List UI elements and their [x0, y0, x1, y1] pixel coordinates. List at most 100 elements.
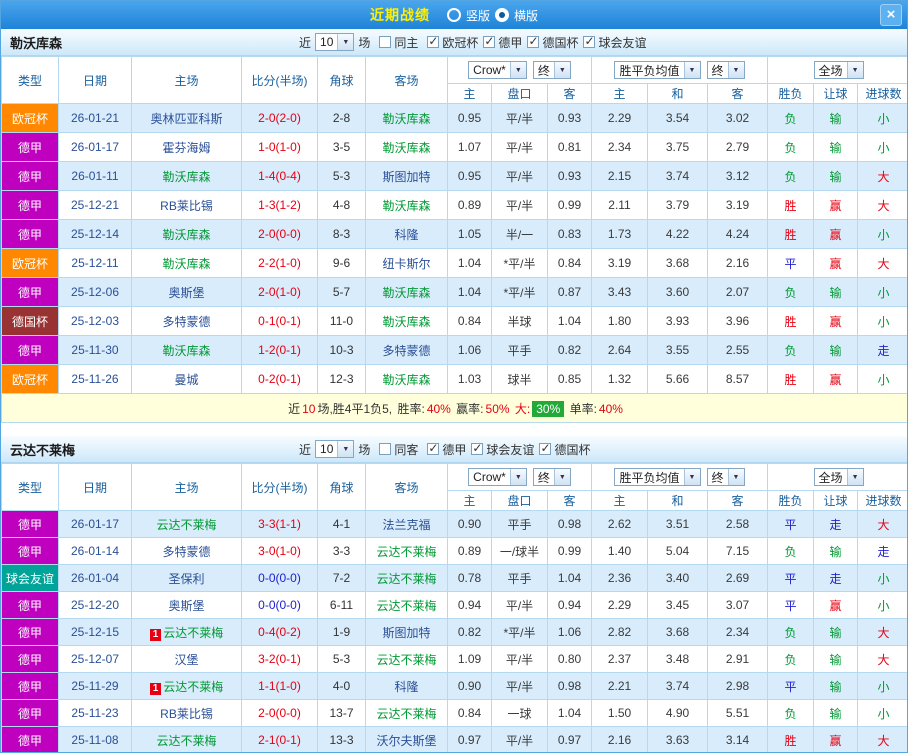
team-name[interactable]: 云达不莱梅: [376, 707, 436, 721]
avg-away-odds-cell: 8.57: [706, 364, 769, 394]
team-name[interactable]: 勒沃库森: [382, 141, 430, 155]
league-filter[interactable]: 德甲: [483, 34, 522, 51]
checkbox-icon[interactable]: [471, 441, 484, 455]
team-name[interactable]: 勒沃库森: [382, 373, 430, 387]
team-name[interactable]: 法兰克福: [382, 518, 430, 532]
team-name[interactable]: 云达不莱梅: [376, 599, 436, 613]
score-cell: 2-0(1-0): [241, 277, 318, 307]
team-name[interactable]: 云达不莱梅: [376, 572, 436, 586]
team-name[interactable]: 勒沃库森: [382, 315, 430, 329]
team-name[interactable]: 云达不莱梅: [163, 680, 223, 694]
team-name[interactable]: 斯图加特: [382, 626, 430, 640]
avg-home-odds-cell: 2.29: [591, 103, 648, 133]
league-filter[interactable]: 德甲: [427, 441, 466, 458]
avg-stage-select[interactable]: 终 ▼: [706, 61, 745, 79]
result-wdl-cell: 负: [767, 132, 815, 162]
league-filter-label[interactable]: 欧冠杯: [442, 34, 478, 51]
checkbox-icon[interactable]: [583, 34, 596, 48]
team-name[interactable]: 科隆: [394, 680, 418, 694]
team-name[interactable]: 云达不莱梅: [376, 545, 436, 559]
bookmaker-select[interactable]: Crow* ▼: [468, 61, 527, 79]
league-filter-label[interactable]: 德甲: [498, 34, 522, 51]
checkbox-icon[interactable]: [527, 34, 540, 48]
team-name[interactable]: 勒沃库森: [382, 112, 430, 126]
scope-select[interactable]: 全场 ▼: [813, 61, 864, 79]
layout-vertical-label[interactable]: 竖版: [466, 7, 490, 24]
same-venue-filter[interactable]: 同主: [379, 34, 418, 51]
layout-vertical-radio[interactable]: [446, 8, 461, 22]
league-filter-label[interactable]: 德甲: [442, 441, 466, 458]
team-name[interactable]: 斯图加特: [382, 170, 430, 184]
team-name[interactable]: 奥斯堡: [168, 599, 204, 613]
team-name[interactable]: RB莱比锡: [160, 199, 213, 213]
recent-count-select[interactable]: 10 ▼: [315, 440, 355, 458]
close-button[interactable]: ×: [880, 4, 902, 26]
team-name[interactable]: 勒沃库森: [162, 344, 210, 358]
result-goals-cell: 小: [857, 103, 907, 133]
league-type-cell: 欧冠杯: [1, 103, 59, 133]
summary-body: 近 10 场,胜4平1负5, 胜率: 40% 赢率: 50% 大: 30% 单率: 40%: [1, 393, 907, 423]
team-name[interactable]: RB莱比锡: [160, 707, 213, 721]
result-goals-cell: 大: [857, 645, 907, 673]
team-name[interactable]: 勒沃库森: [162, 257, 210, 271]
checkbox-icon[interactable]: [539, 441, 552, 455]
avg-stage-select[interactable]: 终 ▼: [706, 468, 745, 486]
avg-odds-select[interactable]: 胜平负均值 ▼: [614, 468, 701, 486]
checkbox-icon[interactable]: [427, 34, 440, 48]
league-filter[interactable]: 球会友谊: [471, 441, 534, 458]
scope-select[interactable]: 全场 ▼: [813, 468, 864, 486]
team-name[interactable]: 多特蒙德: [162, 315, 210, 329]
avg-odds-select[interactable]: 胜平负均值 ▼: [614, 61, 701, 79]
league-filter[interactable]: 球会友谊: [583, 34, 646, 51]
team-name[interactable]: 汉堡: [174, 653, 198, 667]
same-venue-filter[interactable]: 同客: [379, 441, 418, 458]
team-name[interactable]: 曼城: [174, 373, 198, 387]
team-name[interactable]: 纽卡斯尔: [382, 257, 430, 271]
league-filter-label[interactable]: 球会友谊: [598, 34, 646, 51]
league-filter[interactable]: 欧冠杯: [427, 34, 478, 51]
layout-horizontal-radio[interactable]: [495, 8, 509, 22]
team-name[interactable]: 云达不莱梅: [156, 518, 216, 532]
team-name[interactable]: 霍芬海姆: [162, 141, 210, 155]
team-name[interactable]: 多特蒙德: [382, 344, 430, 358]
chevron-down-icon: ▼: [727, 469, 744, 485]
handicap-home-odds-cell: 0.89: [447, 537, 492, 565]
team-name[interactable]: 勒沃库森: [382, 199, 430, 213]
home-team-cell: 云达不莱梅: [131, 510, 242, 538]
same-venue-label[interactable]: 同客: [394, 441, 418, 458]
odds-stage-select[interactable]: 终 ▼: [532, 468, 571, 486]
odds-stage-select[interactable]: 终 ▼: [532, 61, 571, 79]
team-name[interactable]: 云达不莱梅: [156, 734, 216, 748]
same-venue-label[interactable]: 同主: [394, 34, 418, 51]
team-name[interactable]: 奥林匹亚科斯: [150, 112, 222, 126]
avg-draw-odds-cell: 3.51: [647, 510, 708, 538]
recent-count-select[interactable]: 10 ▼: [315, 33, 355, 51]
bookmaker-select[interactable]: Crow* ▼: [468, 468, 527, 486]
team-name[interactable]: 圣保利: [168, 572, 204, 586]
checkbox-icon[interactable]: [379, 443, 392, 455]
corner-cell: 7-2: [317, 564, 366, 592]
score-cell: 1-1(1-0): [241, 672, 318, 700]
team-name[interactable]: 沃尔夫斯堡: [376, 734, 436, 748]
league-filter-label[interactable]: 德国杯: [542, 34, 578, 51]
checkbox-icon[interactable]: [483, 34, 496, 48]
col-date: 日期: [58, 56, 132, 104]
team-name[interactable]: 奥斯堡: [168, 286, 204, 300]
team-name[interactable]: 勒沃库森: [162, 170, 210, 184]
team-name[interactable]: 科隆: [394, 228, 418, 242]
league-type-cell: 德甲: [1, 161, 59, 191]
team-name[interactable]: 多特蒙德: [162, 545, 210, 559]
layout-horizontal-label[interactable]: 横版: [514, 7, 538, 24]
checkbox-icon[interactable]: [379, 36, 392, 48]
team-name[interactable]: 勒沃库森: [382, 286, 430, 300]
league-filter[interactable]: 德国杯: [539, 441, 590, 458]
checkbox-icon[interactable]: [427, 441, 440, 455]
league-filter[interactable]: 德国杯: [527, 34, 578, 51]
team-name[interactable]: 勒沃库森: [162, 228, 210, 242]
team-name[interactable]: 云达不莱梅: [376, 653, 436, 667]
team-name[interactable]: 云达不莱梅: [163, 626, 223, 640]
handicap-line-cell: 平/半: [491, 591, 548, 619]
league-filter-label[interactable]: 德国杯: [554, 441, 590, 458]
league-filter-label[interactable]: 球会友谊: [486, 441, 534, 458]
avg-away-odds-cell: 3.19: [706, 190, 769, 220]
